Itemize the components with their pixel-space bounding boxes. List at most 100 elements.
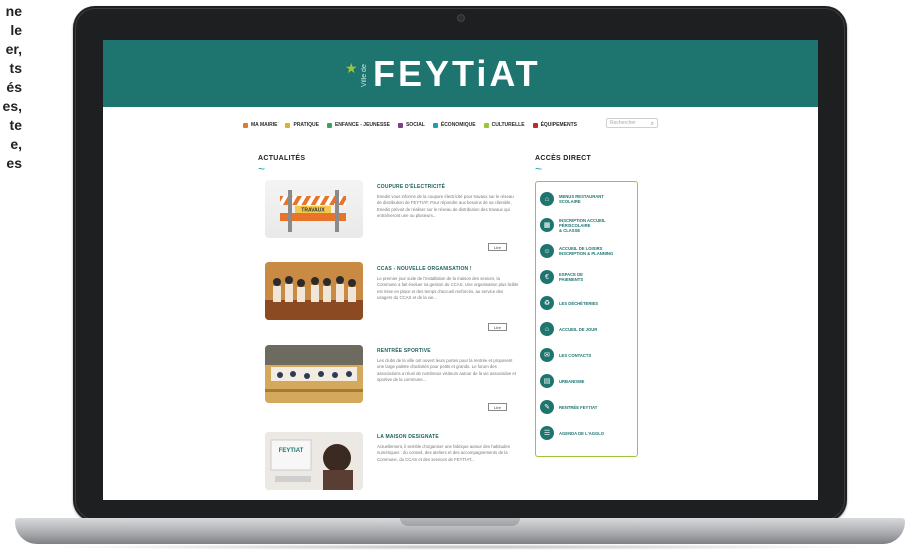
access-item-label: MENUS RESTAURANT SCOLAIRE xyxy=(559,194,604,204)
laptop-base xyxy=(15,518,905,544)
nav-bullet-icon xyxy=(532,122,538,128)
agenda-icon: ☰ xyxy=(540,426,554,440)
access-item-label: RENTRÉE FEYTIAT xyxy=(559,404,598,410)
nav-item-ma-mairie[interactable]: MA MAIRIE xyxy=(243,122,277,128)
access-item-inscription[interactable]: ▦ INSCRIPTION ACCUEIL PÉRISCOLAIRE & CLAS… xyxy=(540,216,634,234)
nav-item-culturelle[interactable]: CULTURELLE xyxy=(483,122,525,128)
payment-icon: € xyxy=(540,270,554,284)
access-item-label: LES CONTACTS xyxy=(559,352,592,358)
access-item-label: INSCRIPTION ACCUEIL PÉRISCOLAIRE & CLASS… xyxy=(559,217,606,233)
wave-divider-icon: ~ xyxy=(535,162,543,176)
nav-bullet-icon xyxy=(483,122,489,128)
cropped-line: ne xyxy=(5,3,22,19)
cropped-paragraph: ne le er, ts és es, te e, es xyxy=(0,0,22,250)
access-item-contacts[interactable]: ✉ LES CONTACTS xyxy=(540,346,634,364)
maison-photo-icon: FEYTIAT xyxy=(265,432,363,490)
cropped-line: es xyxy=(6,155,22,171)
access-item-menus[interactable]: ⌂ MENUS RESTAURANT SCOLAIRE xyxy=(540,190,634,208)
search-input[interactable]: Rechercher ⌕ xyxy=(606,118,658,128)
people-icon: ☺ xyxy=(540,244,554,258)
access-item-urbanisme[interactable]: ▤ URBANISME xyxy=(540,372,634,390)
camera-icon xyxy=(457,14,465,22)
city-icon: ▤ xyxy=(540,374,554,388)
contact-icon: ✉ xyxy=(540,348,554,362)
logo-text: FEYTiAT xyxy=(373,53,541,94)
access-item-label: ACCUEIL DE LOISIRS INSCRIPTION & PLANNIN… xyxy=(559,246,614,256)
access-item-accueil-jour[interactable]: ⌂ ACCUEIL DE JOUR xyxy=(540,320,634,338)
access-item-decheteries[interactable]: ♻ LES DÉCHÈTERIES xyxy=(540,294,634,312)
nav-bullet-icon xyxy=(326,122,332,128)
access-item-rentree[interactable]: ✎ RENTRÉE FEYTIAT xyxy=(540,398,634,416)
nav-item-pratique[interactable]: PRATIQUE xyxy=(285,122,319,128)
cropped-line: ts xyxy=(9,60,22,76)
news-thumbnail[interactable] xyxy=(265,345,363,403)
direct-access-panel: ⌂ MENUS RESTAURANT SCOLAIRE ▦ INSCRIPTION … xyxy=(535,181,638,457)
gymnasium-photo-icon xyxy=(265,345,363,403)
nav-bullet-icon xyxy=(432,122,438,128)
access-item-label: AGENDA DE L'AGGLO xyxy=(559,430,605,436)
access-item-label: URBANISME xyxy=(559,378,585,384)
news-thumbnail[interactable]: FEYTIAT xyxy=(265,432,363,490)
nav-item-social[interactable]: SOCIAL xyxy=(397,122,425,128)
cropped-line: le xyxy=(10,22,22,38)
nav-item-label: ÉCONOMIQUE xyxy=(440,122,476,128)
news-item-excerpt: Enedis vous informe de la coupure électr… xyxy=(377,194,514,219)
search-icon[interactable]: ⌕ xyxy=(651,120,654,128)
site-header: ★ Ville de FEYTiAT xyxy=(103,40,818,107)
access-item-label: ESPACE DE PAIEMENTS xyxy=(559,272,584,282)
news-item-title[interactable]: COUPURE D'ÉLECTRICITÉ xyxy=(377,184,445,190)
school-icon: ✎ xyxy=(540,400,554,414)
cropped-line: és xyxy=(6,79,22,95)
nav-item-label: ENFANCE - JEUNESSE xyxy=(334,122,390,128)
site-logo[interactable]: ★ Ville de FEYTiAT xyxy=(345,52,585,96)
news-item-title[interactable]: RENTRÉE SPORTIVE xyxy=(377,348,431,354)
nav-item-equipements[interactable]: ÉQUIPEMENTS xyxy=(532,122,577,128)
access-item-label: ACCUEIL DE JOUR xyxy=(559,326,598,332)
news-item-excerpt: Les clubs de la ville ont ouvert leurs p… xyxy=(377,358,517,383)
laptop-shadow xyxy=(40,544,880,550)
road-barrier-icon: TRAVAUX xyxy=(280,190,346,232)
direct-access-title: ACCÈS DIRECT xyxy=(535,155,592,162)
star-icon: ★ xyxy=(345,60,358,76)
svg-text:TRAVAUX: TRAVAUX xyxy=(301,208,325,214)
read-more-button[interactable]: Lire xyxy=(488,403,507,411)
news-item-excerpt: Actuellement, il semble d'organiser une … xyxy=(377,444,510,462)
news-item-excerpt: Le premier jour suite de l'installation … xyxy=(377,276,519,301)
laptop-notch xyxy=(400,518,520,526)
wave-divider-icon: ~ xyxy=(258,162,266,176)
cropped-line: e, xyxy=(10,136,22,152)
laptop-screen: ★ Ville de FEYTiAT MA MAIRIE PRATIQUE EN… xyxy=(103,40,818,500)
group-photo-icon xyxy=(265,262,363,320)
home-icon: ⌂ xyxy=(540,322,554,336)
news-section-title: ACTUALITÉS xyxy=(258,155,306,162)
recycle-icon: ♻ xyxy=(540,296,554,310)
access-item-agenda[interactable]: ☰ AGENDA DE L'AGGLO xyxy=(540,424,634,442)
nav-item-label: CULTURELLE xyxy=(491,122,525,128)
access-item-accueil-loisirs[interactable]: ☺ ACCUEIL DE LOISIRS INSCRIPTION & PLANNI… xyxy=(540,242,634,260)
restaurant-icon: ⌂ xyxy=(540,192,554,206)
nav-item-label: SOCIAL xyxy=(405,122,425,128)
nav-item-enfance[interactable]: ENFANCE - JEUNESSE xyxy=(326,122,390,128)
svg-text:FEYTIAT: FEYTIAT xyxy=(279,448,304,454)
search-placeholder: Rechercher xyxy=(610,120,636,126)
access-item-label: LES DÉCHÈTERIES xyxy=(559,300,599,306)
read-more-button[interactable]: Lire xyxy=(488,243,507,251)
nav-item-economique[interactable]: ÉCONOMIQUE xyxy=(432,122,476,128)
nav-item-label: ÉQUIPEMENTS xyxy=(540,122,577,128)
cropped-line: es, xyxy=(2,98,22,114)
cropped-line: te xyxy=(9,117,22,133)
calendar-icon: ▦ xyxy=(540,218,554,232)
nav-bullet-icon xyxy=(397,122,403,128)
news-thumbnail[interactable] xyxy=(265,262,363,320)
cropped-line: er, xyxy=(5,41,22,57)
nav-bullet-icon xyxy=(243,122,248,128)
access-item-paiements[interactable]: € ESPACE DE PAIEMENTS xyxy=(540,268,634,286)
read-more-button[interactable]: Lire xyxy=(488,323,507,331)
nav-bullet-icon xyxy=(285,122,291,128)
news-item-title[interactable]: CCAS - NOUVELLE ORGANISATION ! xyxy=(377,266,472,272)
nav-item-label: MA MAIRIE xyxy=(251,122,278,128)
nav-item-label: PRATIQUE xyxy=(293,122,319,128)
news-thumbnail[interactable]: TRAVAUX xyxy=(265,180,363,238)
logo-ville-label: Ville de xyxy=(361,64,368,87)
news-item-title[interactable]: LA MAISON DESIGNATE xyxy=(377,434,439,440)
